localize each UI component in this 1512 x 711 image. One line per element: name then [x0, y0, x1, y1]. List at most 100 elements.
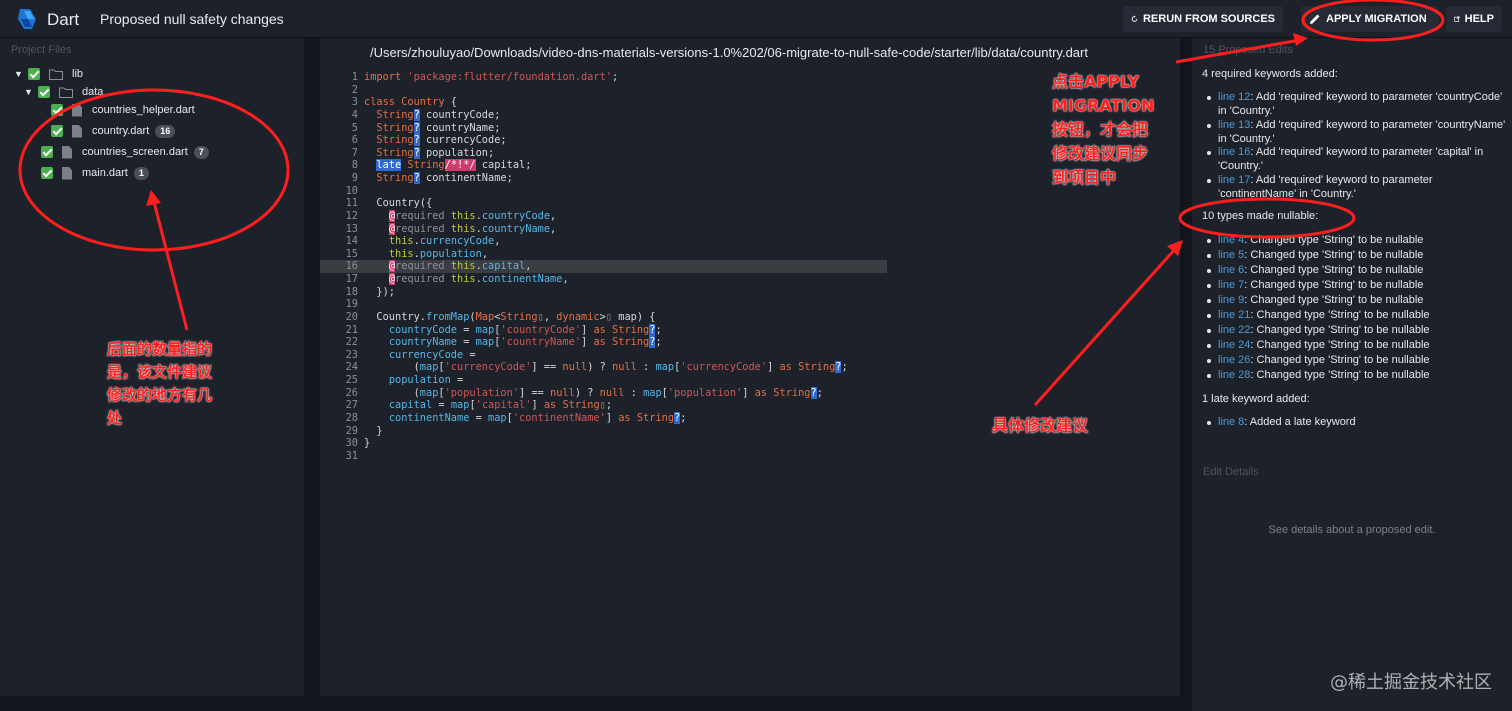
code-line: 10 — [345, 184, 358, 197]
line-link[interactable]: line 5 — [1218, 249, 1244, 261]
edit-item: line 4: Changed type 'String' to be null… — [1207, 234, 1507, 248]
apply-label: APPLY MIGRATION — [1326, 13, 1427, 25]
line-link[interactable]: line 28 — [1218, 369, 1250, 381]
edit-item: line 28: Changed type 'String' to be nul… — [1207, 369, 1507, 383]
tree-item-label: countries_screen.dart — [82, 146, 188, 158]
tree-item-main[interactable]: main.dart 1 — [41, 164, 149, 182]
edit-item: line 12: Add 'required' keyword to param… — [1207, 91, 1507, 118]
project-files-heading: Project Files — [11, 44, 72, 56]
code-line: 21 countryCode = map['countryCode'] as S… — [345, 323, 662, 336]
apply-migration-button[interactable]: APPLY MIGRATION — [1301, 6, 1439, 32]
folder-icon — [49, 69, 63, 80]
checkbox[interactable] — [41, 167, 53, 179]
line-link[interactable]: line 8 — [1218, 416, 1244, 428]
code-line: 24 (map['currencyCode'] == null) ? null … — [345, 361, 848, 374]
code-line: 22 countryName = map['countryName'] as S… — [345, 336, 662, 349]
line-link[interactable]: line 16 — [1218, 146, 1250, 158]
edit-group-title: 1 late keyword added: — [1202, 393, 1310, 405]
folder-icon — [59, 87, 73, 98]
file-icon — [62, 145, 72, 159]
checkbox[interactable] — [51, 104, 63, 116]
edit-item: line 21: Changed type 'String' to be nul… — [1207, 309, 1507, 323]
page-title: Proposed null safety changes — [100, 11, 284, 27]
code-line: 9 String? continentName; — [351, 172, 513, 184]
line-link[interactable]: line 26 — [1218, 354, 1250, 366]
tree-item-label: lib — [72, 68, 84, 80]
line-link[interactable]: line 6 — [1218, 264, 1244, 276]
app-header: Dart Proposed null safety changes RERUN … — [0, 0, 1512, 38]
line-link[interactable]: line 12 — [1218, 91, 1250, 103]
tree-item-label: main.dart — [82, 167, 128, 179]
proposed-edits-heading: 15 Proposed Edits — [1203, 44, 1293, 56]
tree-item-data[interactable]: ▼ data — [24, 83, 103, 101]
tree-item-countries-helper[interactable]: countries_helper.dart — [51, 101, 195, 119]
checkbox[interactable] — [51, 125, 63, 137]
code-line: 13 @required this.countryName, — [345, 222, 557, 235]
edit-group-title: 10 types made nullable: — [1202, 210, 1319, 222]
edit-item: line 8: Added a late keyword — [1207, 416, 1507, 430]
code-line: 17 @required this.continentName, — [345, 273, 569, 285]
edit-item: line 9: Changed type 'String' to be null… — [1207, 294, 1507, 308]
panel-divider[interactable] — [1180, 38, 1192, 711]
tree-item-lib[interactable]: ▼ lib — [14, 65, 83, 83]
code-line: 8 late String/*!*/ capital; — [351, 159, 532, 172]
code-line: 30} — [345, 437, 371, 450]
tree-item-country[interactable]: country.dart 16 — [51, 122, 176, 140]
code-line: 20 Country.fromMap(Map<String▯, dynamic>… — [345, 310, 656, 323]
line-link[interactable]: line 9 — [1218, 294, 1244, 306]
edit-details-message: See details about a proposed edit. — [1268, 524, 1436, 536]
code-line-highlighted: 16 @required this.capital, — [320, 260, 887, 273]
line-link[interactable]: line 4 — [1218, 234, 1244, 246]
checkbox[interactable] — [41, 146, 53, 158]
checkbox[interactable] — [28, 68, 40, 80]
file-icon — [72, 103, 82, 117]
tree-item-countries-screen[interactable]: countries_screen.dart 7 — [41, 143, 209, 161]
code-line: 23 currencyCode = — [345, 348, 476, 361]
line-link[interactable]: line 21 — [1218, 309, 1250, 321]
edit-item: line 16: Add 'required' keyword to param… — [1207, 146, 1507, 173]
file-icon — [62, 166, 72, 180]
line-link[interactable]: line 17 — [1218, 174, 1250, 186]
code-line: 12 @required this.countryCode, — [345, 209, 557, 222]
line-link[interactable]: line 24 — [1218, 339, 1250, 351]
line-link[interactable]: line 7 — [1218, 279, 1244, 291]
app-name: Dart — [47, 10, 80, 29]
edit-count-badge: 7 — [193, 145, 209, 159]
code-line: 18 }); — [345, 285, 395, 298]
code-line: 11 Country({ — [345, 197, 433, 210]
edit-details-heading: Edit Details — [1203, 466, 1259, 478]
code-line: 3 class Country { — [351, 96, 458, 109]
edit-count-badge: 1 — [133, 166, 149, 180]
help-label: HELP — [1464, 13, 1494, 25]
expand-arrow-icon[interactable]: ▼ — [24, 87, 34, 97]
edit-pencil-icon — [1310, 14, 1320, 24]
annotation-suggestions-note: 具体修改建议 — [992, 416, 1089, 435]
edit-item: line 13: Add 'required' keyword to param… — [1207, 119, 1507, 146]
watermark: @稀土掘金技术社区 — [1330, 672, 1492, 693]
line-link[interactable]: line 22 — [1218, 324, 1250, 336]
edit-item: line 24: Changed type 'String' to be nul… — [1207, 339, 1507, 353]
edit-item: line 7: Changed type 'String' to be null… — [1207, 279, 1507, 293]
edit-item: line 26: Changed type 'String' to be nul… — [1207, 354, 1507, 368]
bottom-strip — [0, 696, 1192, 711]
code-editor: /Users/zhouluyao/Downloads/video-dns-mat… — [320, 38, 1180, 696]
edit-item: line 17: Add 'required' keyword to param… — [1207, 174, 1507, 201]
checkbox[interactable] — [38, 86, 50, 98]
line-link[interactable]: line 13 — [1218, 119, 1250, 131]
expand-arrow-icon[interactable]: ▼ — [14, 69, 24, 79]
rerun-from-sources-button[interactable]: RERUN FROM SOURCES — [1123, 6, 1283, 32]
code-line: 26 (map['population'] == null) ? null : … — [345, 386, 823, 399]
external-link-icon — [1454, 16, 1460, 22]
panel-divider[interactable] — [304, 38, 320, 711]
code-line: 7 String? population; — [351, 146, 495, 159]
code-line: 2 — [351, 83, 358, 96]
tree-item-label: data — [82, 86, 104, 98]
code-line: 25 population = — [345, 374, 464, 386]
refresh-icon — [1131, 15, 1138, 22]
code-line: 6 String? currencyCode; — [351, 134, 507, 147]
help-button[interactable]: HELP — [1446, 6, 1502, 32]
edit-group-title: 4 required keywords added: — [1202, 68, 1338, 80]
dart-logo-icon — [18, 9, 36, 29]
tree-item-label: country.dart — [92, 125, 150, 137]
code-line: 5 String? countryName; — [351, 121, 501, 134]
